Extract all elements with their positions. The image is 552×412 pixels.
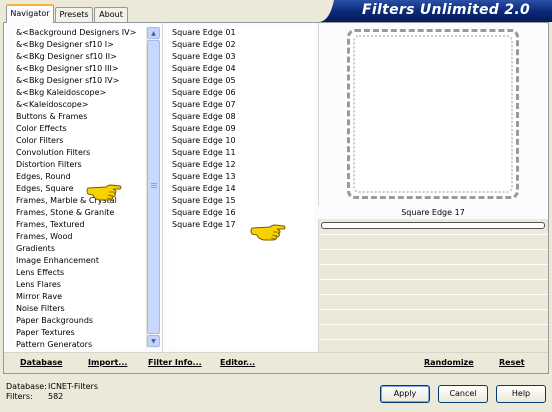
param-row-separator	[320, 309, 548, 310]
category-item[interactable]: &<BKg Designer sf10 II>	[16, 51, 117, 63]
category-item[interactable]: Color Filters	[16, 135, 63, 147]
filter-info-button[interactable]: Filter Info...	[148, 358, 202, 367]
filter-item[interactable]: Square Edge 05	[172, 75, 236, 87]
filter-item[interactable]: Square Edge 17	[172, 219, 236, 231]
preview-frame-edge	[353, 35, 513, 193]
editor-button[interactable]: Editor...	[220, 358, 255, 367]
category-scrollbar[interactable]: ▲ ▼	[146, 27, 160, 348]
preview-caption: Square Edge 17	[318, 206, 548, 220]
category-item[interactable]: Convolution Filters	[16, 147, 90, 159]
category-item[interactable]: Edges, Square	[16, 183, 74, 195]
tab-navigator[interactable]: Navigator	[6, 4, 54, 23]
navigator-panel: &<Background Designers IV> &<Bkg Designer…	[3, 22, 549, 374]
database-value: ICNET-Filters	[48, 382, 99, 391]
category-item[interactable]: &<Bkg Designer sf10 I>	[16, 39, 114, 51]
filter-item[interactable]: Square Edge 08	[172, 111, 236, 123]
tab-strip: Navigator Presets About Filters Unlimite…	[0, 0, 552, 23]
category-item[interactable]: Frames, Stone & Granite	[16, 207, 114, 219]
filter-item[interactable]: Square Edge 02	[172, 39, 236, 51]
param-row-separator	[320, 339, 548, 340]
import-button[interactable]: Import...	[88, 358, 127, 367]
cancel-button[interactable]: Cancel	[438, 385, 488, 403]
param-row-separator	[320, 249, 548, 250]
category-item[interactable]: &<Bkg Kaleidoscope>	[16, 87, 106, 99]
database-button[interactable]: Database	[20, 358, 63, 367]
category-item[interactable]: &<Bkg Designer sf10 III>	[16, 63, 119, 75]
filter-item[interactable]: Square Edge 10	[172, 135, 236, 147]
scrollbar-thumb[interactable]	[147, 40, 160, 334]
brand-banner: Filters Unlimited 2.0	[320, 0, 552, 22]
category-item[interactable]: Noise Filters	[16, 303, 65, 315]
filter-item[interactable]: Square Edge 16	[172, 207, 236, 219]
filters-label: Filters:	[6, 392, 33, 401]
brand-title: Filters Unlimited 2.0	[362, 2, 530, 18]
category-item[interactable]: Mirror Rave	[16, 291, 62, 303]
thumb-grip	[151, 185, 157, 186]
filter-item[interactable]: Square Edge 11	[172, 147, 236, 159]
category-item[interactable]: &<Bkg Designer sf10 IV>	[16, 75, 119, 87]
param-row-separator	[320, 234, 548, 235]
help-button[interactable]: Help	[496, 385, 546, 403]
filter-item[interactable]: Square Edge 01	[172, 27, 236, 39]
pointing-hand-icon	[86, 184, 122, 201]
category-item[interactable]: Distortion Filters	[16, 159, 82, 171]
category-item[interactable]: Paper Textures	[16, 327, 75, 339]
tab-about[interactable]: About	[94, 7, 128, 22]
action-link-bar: Database Import... Filter Info... Editor…	[4, 352, 548, 373]
category-item[interactable]: Image Enhancement	[16, 255, 99, 267]
category-item[interactable]: Frames, Textured	[16, 219, 85, 231]
category-item[interactable]: Buttons & Frames	[16, 111, 87, 123]
parameter-area	[318, 219, 548, 352]
filters-unlimited-window: Navigator Presets About Filters Unlimite…	[0, 0, 552, 412]
param-row-separator	[320, 294, 548, 295]
preview-pane	[318, 23, 548, 210]
category-item[interactable]: &<Background Designers IV>	[16, 27, 136, 39]
category-item[interactable]: Paper Backgrounds	[16, 315, 93, 327]
filters-count: 582	[48, 392, 64, 401]
list-divider	[162, 23, 163, 352]
category-item[interactable]: Frames, Wood	[16, 231, 73, 243]
filter-item[interactable]: Square Edge 06	[172, 87, 236, 99]
category-item[interactable]: Lens Effects	[16, 267, 64, 279]
filter-item[interactable]: Square Edge 13	[172, 171, 236, 183]
category-item[interactable]: Lens Flares	[16, 279, 61, 291]
tab-presets[interactable]: Presets	[55, 7, 93, 22]
apply-button[interactable]: Apply	[380, 385, 430, 403]
thumb-grip	[151, 187, 157, 188]
category-item[interactable]: Pattern Generators	[16, 339, 92, 351]
pointing-hand-icon	[250, 224, 286, 241]
filter-item[interactable]: Square Edge 12	[172, 159, 236, 171]
category-item[interactable]: Edges, Round	[16, 171, 71, 183]
filter-item[interactable]: Square Edge 04	[172, 63, 236, 75]
scroll-up-arrow-icon[interactable]: ▲	[147, 27, 160, 39]
param-row-separator	[320, 324, 548, 325]
category-item[interactable]: Color Effects	[16, 123, 67, 135]
param-row-separator	[320, 264, 548, 265]
filter-item[interactable]: Square Edge 09	[172, 123, 236, 135]
category-item[interactable]: &<Kaleidoscope>	[16, 99, 88, 111]
preview-progress-bar	[321, 222, 545, 229]
filter-item[interactable]: Square Edge 03	[172, 51, 236, 63]
randomize-button[interactable]: Randomize	[424, 358, 474, 367]
filter-item[interactable]: Square Edge 15	[172, 195, 236, 207]
scroll-down-arrow-icon[interactable]: ▼	[147, 335, 160, 347]
param-row-separator	[320, 279, 548, 280]
thumb-grip	[151, 183, 157, 184]
reset-button[interactable]: Reset	[499, 358, 525, 367]
filter-item[interactable]: Square Edge 14	[172, 183, 236, 195]
preview-image	[347, 29, 519, 199]
filter-item[interactable]: Square Edge 07	[172, 99, 236, 111]
filter-list[interactable]: Square Edge 01 Square Edge 02 Square Edge …	[169, 27, 314, 347]
category-item[interactable]: Gradients	[16, 243, 55, 255]
database-label: Database:	[6, 382, 47, 391]
